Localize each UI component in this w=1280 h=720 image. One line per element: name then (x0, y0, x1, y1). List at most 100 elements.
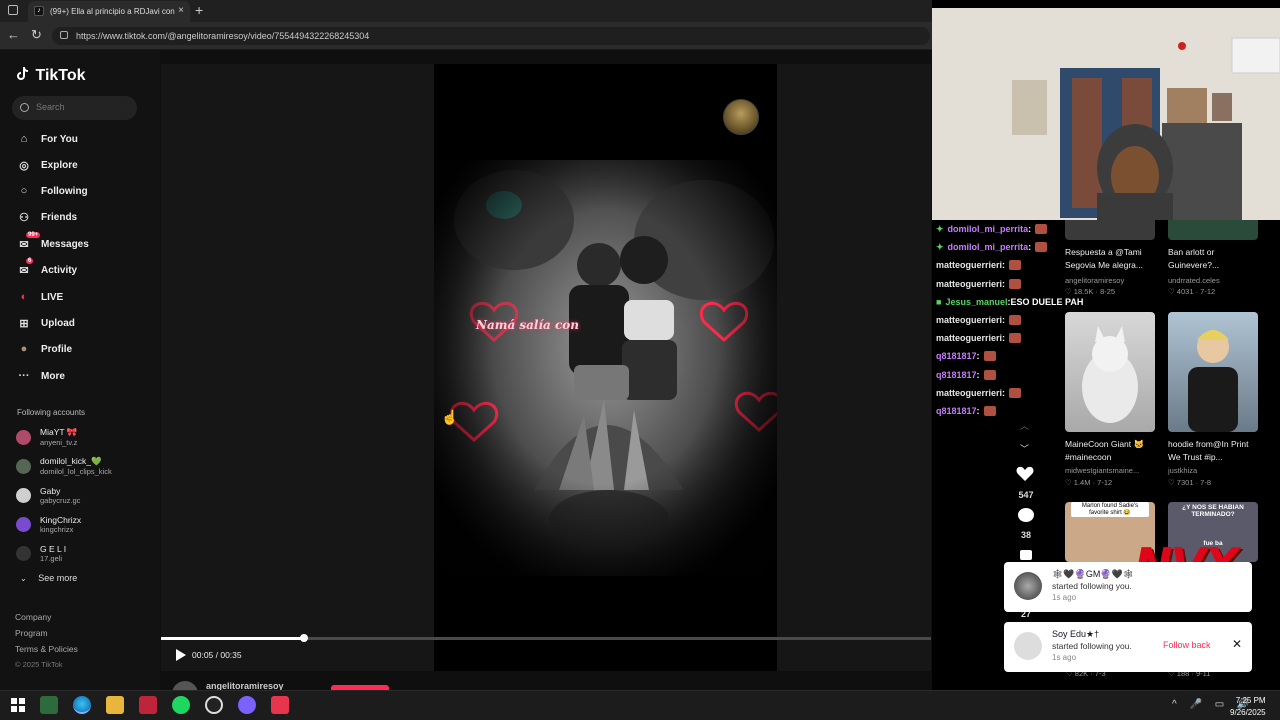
rec-likes-4: ♡ 7301 (1168, 478, 1194, 487)
sidebar-item-label: For You (41, 133, 78, 145)
tiktok-logo[interactable]: TikTok (16, 66, 86, 85)
follow-notification[interactable]: Soy Edu★† started following you. 1s ago … (1004, 622, 1252, 672)
scroll-down-icon[interactable]: ﹀ (1020, 442, 1029, 455)
sidebar-item-messages[interactable]: ✉ 99+ Messages (16, 232, 89, 254)
chat-message: matteoguerrieri : (936, 329, 1022, 347)
start-icon[interactable] (9, 696, 27, 714)
logo-text: TikTok (35, 67, 86, 84)
taskbar-clock[interactable]: 7:25 PM 9/26/2025 (1230, 695, 1266, 719)
creator-avatar[interactable] (723, 99, 759, 135)
sidebar-item-more[interactable]: ··· More (16, 366, 65, 386)
rec-thumb-1[interactable] (1065, 220, 1155, 240)
tab-actions-icon[interactable] (8, 5, 18, 15)
obs-icon[interactable] (205, 696, 223, 714)
sidebar-item-for-you[interactable]: ⌂ For You (16, 129, 78, 149)
sidebar-item-explore[interactable]: ◎ Explore (16, 155, 78, 175)
footer-program-link[interactable]: Program (15, 628, 48, 638)
terminal-app-icon[interactable] (40, 696, 58, 714)
spotify-icon[interactable] (172, 696, 190, 714)
following-account[interactable]: domilol_kick_💚 domilol_lol_clips_kick (16, 454, 112, 478)
rec-thumb-3[interactable] (1065, 312, 1155, 432)
rec-author-1[interactable]: angelitoramiresoy (1065, 276, 1160, 285)
windows-taskbar (0, 690, 1280, 720)
chat-emote-icon (1035, 242, 1048, 253)
comment-icon[interactable] (1018, 508, 1034, 522)
rec-author-3[interactable]: midwestgiantsmaine... (1065, 466, 1160, 475)
footer-terms-link[interactable]: Terms & Policies (15, 644, 78, 654)
chat-emote-icon (1009, 260, 1022, 271)
sidebar-item-profile[interactable]: ● Profile (16, 339, 72, 359)
rec-author-4[interactable]: justkhiza (1168, 466, 1263, 475)
chat-message: matteoguerrieri : (936, 311, 1022, 329)
rec-title-1[interactable]: Respuesta a @Tami Segovia Me alegra... (1065, 246, 1160, 272)
avatar (16, 429, 31, 445)
chat-username: matteoguerrieri (936, 315, 1003, 325)
notification-badge: 6 (26, 258, 34, 264)
sidebar-item-following[interactable]: ○ Following (16, 181, 88, 201)
rec-date-2: 7-12 (1200, 287, 1216, 296)
notification-name: Soy Edu★† (1052, 629, 1100, 639)
chat-username: matteoguerrieri (936, 387, 1003, 398)
chat-username: domilol_mi_perrita (947, 224, 1029, 234)
see-more-label: See more (38, 573, 78, 583)
file-explorer-icon[interactable] (106, 696, 124, 714)
rec-thumb-4[interactable] (1168, 312, 1258, 432)
chat-emote-icon (983, 369, 996, 380)
account-name: Gaby (40, 485, 61, 496)
profile-icon: ● (20, 343, 28, 355)
search-input[interactable]: Search (12, 96, 137, 120)
sidebar-item-upload[interactable]: ⊞ Upload (16, 313, 75, 333)
account-handle: gabycruz.gc (40, 495, 81, 505)
see-more-button[interactable]: ⌄ See more (20, 573, 77, 583)
chat-emote-icon (1009, 387, 1022, 398)
chat-message: matteoguerrieri : (936, 275, 1022, 293)
play-icon[interactable] (176, 649, 186, 661)
chat-separator: : (1028, 242, 1032, 253)
following-account[interactable]: KingChrizx kingchrizx (16, 512, 81, 536)
rec-thumb-2[interactable] (1168, 220, 1258, 240)
account-name: MiaYT 🎀 (40, 427, 78, 437)
chat-username: matteoguerrieri (936, 260, 1003, 271)
rec-author-2[interactable]: undrrated.celes (1168, 276, 1263, 285)
following-account[interactable]: G E L I 17.geli (16, 541, 66, 565)
follow-back-button[interactable]: Follow back (1163, 640, 1211, 650)
edge-browser-icon[interactable] (73, 696, 91, 714)
close-icon[interactable]: ✕ (1232, 637, 1242, 651)
search-icon (20, 103, 29, 112)
like-icon[interactable] (1016, 466, 1036, 486)
bookmark-icon[interactable] (1020, 550, 1032, 560)
tiktok-app-icon[interactable] (271, 696, 289, 714)
tab-close-icon[interactable]: × (178, 5, 184, 16)
sidebar-item-friends[interactable]: ⚇ Friends (16, 207, 77, 227)
rec-thumb-5-caption: Marlon found Sadie's favorite shirt 😂 (1071, 502, 1149, 517)
chevron-down-icon: ⌄ (20, 574, 27, 583)
account-handle: anyeni_tv.z (40, 438, 78, 447)
site-info-icon[interactable] (60, 31, 68, 39)
rec-title-3[interactable]: MaineCoon Giant 🐱 #mainecoon (1065, 438, 1160, 464)
back-button[interactable]: ← (7, 27, 20, 42)
rec-title-4[interactable]: hoodie from@In Print We Trust #ip... (1168, 438, 1263, 464)
chat-username: domilol_mi_perrita (947, 242, 1029, 253)
scroll-up-icon[interactable]: ︿ (1020, 419, 1029, 432)
reload-button[interactable]: ↻ (31, 27, 42, 43)
notification-message: started following you. (1052, 581, 1132, 591)
footer-company-link[interactable]: Company (15, 612, 51, 622)
notification-time: 1s ago (1052, 593, 1077, 602)
rec-title-2[interactable]: Ban arlott or Guinevere?... (1168, 246, 1263, 272)
compass-icon: ◎ (19, 159, 29, 172)
browser-tab[interactable]: ♪ (99+) Ella al principio a RDJavi con × (28, 1, 190, 22)
like-count: 547 (1018, 490, 1034, 500)
clock-time: 7:25 PM (1235, 696, 1266, 705)
account-name: domilol_kick_💚 (40, 456, 102, 466)
url-field[interactable]: https://www.tiktok.com/@angelitoramireso… (52, 27, 930, 45)
footer-copyright: © 2025 TikTok (15, 660, 63, 669)
sidebar-item-live[interactable]: ◐ LIVE (16, 287, 64, 307)
tab-title: (99+) Ella al principio a RDJavi con (50, 7, 175, 16)
app-icon[interactable] (139, 696, 157, 714)
follow-notification[interactable]: 🕸🖤🔮GM🔮🖤🕸 started following you. 1s ago (1004, 562, 1252, 612)
new-tab-button[interactable]: + (195, 2, 203, 18)
sidebar-item-activity[interactable]: ✉ 6 Activity (16, 258, 77, 280)
following-account[interactable]: MiaYT 🎀 anyeni_tv.z (16, 425, 77, 449)
discord-icon[interactable] (238, 696, 256, 714)
following-account[interactable]: Gaby gabycruz.gc (16, 483, 80, 507)
